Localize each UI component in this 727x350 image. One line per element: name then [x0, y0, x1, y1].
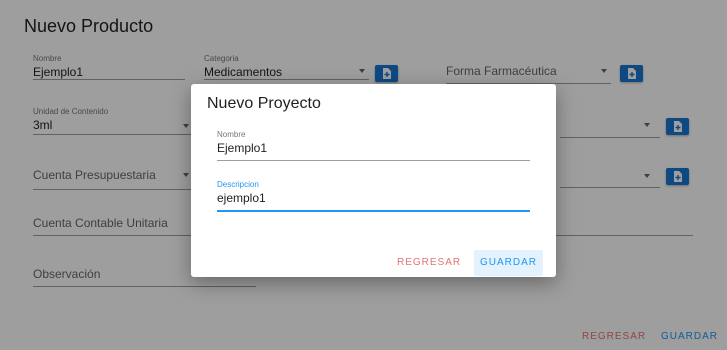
- nuevo-proyecto-dialog: Nuevo Proyecto Nombre Ejemplo1 Descripci…: [191, 84, 556, 277]
- dialog-nombre-label: Nombre: [217, 130, 246, 139]
- dialog-descripcion-field[interactable]: Descripcion ejemplo1: [217, 180, 530, 212]
- dialog-descripcion-underline: [217, 210, 530, 212]
- dialog-nombre-field[interactable]: Nombre Ejemplo1: [217, 130, 530, 161]
- dialog-regresar-button[interactable]: REGRESAR: [391, 250, 467, 276]
- dialog-title: Nuevo Proyecto: [207, 95, 321, 112]
- dialog-descripcion-value: ejemplo1: [217, 191, 266, 205]
- dialog-guardar-button[interactable]: GUARDAR: [474, 250, 544, 276]
- dialog-nombre-underline: [217, 160, 530, 161]
- dialog-descripcion-label: Descripcion: [217, 180, 259, 189]
- dialog-nombre-value: Ejemplo1: [217, 141, 268, 155]
